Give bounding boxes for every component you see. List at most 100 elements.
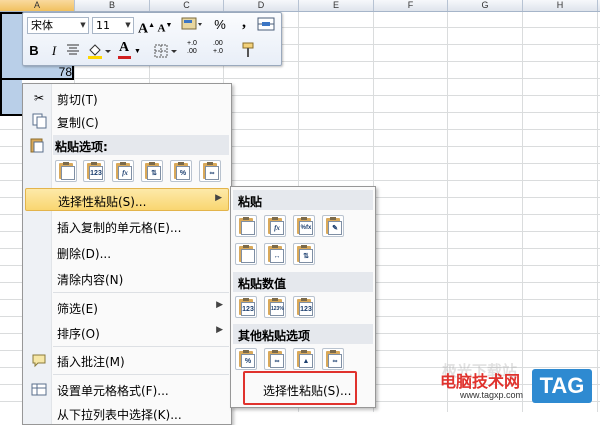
paste-glyph bbox=[241, 249, 255, 263]
submenu-other-picture[interactable]: ▲ bbox=[293, 348, 315, 370]
menu-item-format-cells[interactable]: 设置单元格格式(F)... bbox=[25, 378, 229, 400]
column-header-g[interactable]: G bbox=[448, 0, 523, 11]
submenu-paste-no-borders[interactable] bbox=[235, 243, 257, 265]
paste-option-formatting[interactable]: % bbox=[170, 160, 192, 182]
fill-color-button[interactable] bbox=[86, 42, 112, 60]
format-painter-icon bbox=[242, 42, 254, 57]
menu-item-cut[interactable]: ✂ 剪切(T) bbox=[25, 87, 229, 109]
scissors-icon: ✂ bbox=[33, 91, 45, 105]
menu-item-label: 剪切(T) bbox=[57, 93, 98, 107]
decrease-decimal-button[interactable]: .00 +.0 bbox=[213, 40, 235, 58]
column-header-f[interactable]: F bbox=[374, 0, 448, 11]
shrink-font-button[interactable]: A▼ bbox=[157, 16, 173, 35]
submenu-paste-all[interactable] bbox=[235, 215, 257, 237]
menu-item-label: 选择性粘贴(S)... bbox=[58, 195, 147, 209]
paste-glyph: % bbox=[241, 354, 255, 368]
menu-item-sort[interactable]: 排序(O) ▶ bbox=[25, 321, 229, 343]
paste-glyph bbox=[241, 221, 255, 235]
align-center-icon bbox=[67, 44, 79, 55]
submenu-values[interactable]: 123 bbox=[235, 296, 257, 318]
shrink-font-icon: A bbox=[157, 22, 166, 35]
submenu-paste-values-title: 粘贴数值 bbox=[238, 277, 287, 291]
grow-font-button[interactable]: A▲ bbox=[138, 16, 155, 37]
submenu-values-number-format[interactable]: 123% bbox=[264, 296, 286, 318]
font-size-value: 11 bbox=[96, 19, 110, 32]
column-header-h[interactable]: H bbox=[523, 0, 598, 11]
submenu-paste-keep-column-widths[interactable]: ↔ bbox=[264, 243, 286, 265]
submenu-paste-formulas-number-format[interactable]: %fx bbox=[293, 215, 315, 237]
column-header-c[interactable]: C bbox=[150, 0, 224, 11]
submenu-other-formatting[interactable]: % bbox=[235, 348, 257, 370]
borders-icon bbox=[154, 44, 177, 58]
paste-option-formulas[interactable]: fx bbox=[112, 160, 134, 182]
menu-separator bbox=[53, 374, 229, 375]
menu-item-insert-comment[interactable]: 插入批注(M) bbox=[25, 349, 229, 371]
paste-glyph: % bbox=[176, 166, 190, 180]
paste-glyph bbox=[61, 166, 75, 180]
submenu-values-source-format[interactable]: 123 bbox=[293, 296, 315, 318]
paste-option-values[interactable]: 123 bbox=[83, 160, 105, 182]
menu-item-label: 排序(O) bbox=[57, 327, 100, 341]
font-name-select[interactable]: 宋体 ▼ bbox=[27, 17, 89, 34]
paste-glyph: ∞ bbox=[328, 354, 342, 368]
column-header-a[interactable]: A bbox=[0, 0, 75, 11]
menu-separator bbox=[53, 346, 229, 347]
paste-glyph: ⇅ bbox=[299, 249, 313, 263]
comma-button[interactable]: , bbox=[238, 14, 250, 32]
paste-glyph: fx bbox=[118, 166, 132, 180]
paste-glyph: %fx bbox=[299, 221, 313, 235]
submenu-paste-header: 粘贴 bbox=[233, 190, 373, 210]
center-align-button[interactable] bbox=[65, 42, 81, 60]
paste-glyph: ✎ bbox=[328, 221, 342, 235]
paste-glyph: 123 bbox=[89, 166, 103, 180]
percent-button[interactable]: % bbox=[213, 16, 227, 34]
paste-option-transpose[interactable]: ⇅ bbox=[141, 160, 163, 182]
paste-options-title: 粘贴选项: bbox=[55, 140, 108, 154]
paste-glyph: ∞ bbox=[270, 354, 284, 368]
clipboard-icon bbox=[29, 137, 45, 153]
menu-item-clear-contents[interactable]: 清除内容(N) bbox=[25, 267, 229, 289]
chevron-right-icon: ▶ bbox=[216, 325, 223, 335]
submenu-other-header: 其他粘贴选项 bbox=[233, 324, 373, 344]
menu-item-insert-copied-cells[interactable]: 插入复制的单元格(E)... bbox=[25, 215, 229, 237]
menu-item-label: 筛选(E) bbox=[57, 302, 98, 316]
highlight-annotation-box bbox=[243, 371, 357, 405]
grow-font-icon: A bbox=[138, 21, 149, 37]
borders-button[interactable] bbox=[153, 42, 179, 60]
watermark-url: www.tagxp.com bbox=[460, 390, 524, 400]
column-divider bbox=[447, 0, 448, 412]
menu-item-label: 复制(C) bbox=[57, 116, 99, 130]
submenu-other-paste-link[interactable]: ∞ bbox=[264, 348, 286, 370]
increase-decimal-button[interactable]: +.0 .00 bbox=[187, 40, 209, 58]
copy-icon bbox=[31, 113, 47, 129]
bold-button[interactable]: B bbox=[27, 42, 41, 60]
column-header-b[interactable]: B bbox=[75, 0, 150, 11]
menu-item-copy[interactable]: 复制(C) bbox=[25, 110, 229, 132]
menu-item-delete[interactable]: 删除(D)... bbox=[25, 241, 229, 263]
paste-glyph: ⇅ bbox=[147, 166, 161, 180]
font-color-button[interactable]: A ▼ bbox=[117, 40, 143, 60]
column-header-e[interactable]: E bbox=[299, 0, 374, 11]
number-format-button[interactable] bbox=[178, 16, 204, 34]
submenu-other-linked-picture[interactable]: ∞ bbox=[322, 348, 344, 370]
column-header-bar: A B C D E F G H bbox=[0, 0, 600, 12]
menu-item-filter[interactable]: 筛选(E) ▶ bbox=[25, 296, 229, 318]
submenu-paste-transpose[interactable]: ⇅ bbox=[293, 243, 315, 265]
cell-a4[interactable]: 78 bbox=[30, 65, 72, 79]
column-header-d[interactable]: D bbox=[224, 0, 299, 11]
submenu-paste-formulas[interactable]: fx bbox=[264, 215, 286, 237]
menu-item-pick-from-list[interactable]: 从下拉列表中选择(K)... bbox=[25, 402, 229, 424]
menu-item-paste-special[interactable]: 选择性粘贴(S)... ▶ bbox=[25, 188, 229, 211]
submenu-paste-keep-source-format[interactable]: ✎ bbox=[322, 215, 344, 237]
column-divider bbox=[597, 0, 598, 412]
format-painter-button[interactable] bbox=[239, 42, 257, 60]
paste-option-paste[interactable] bbox=[55, 160, 77, 182]
font-size-select[interactable]: 11 ▼ bbox=[92, 17, 134, 34]
merge-center-button[interactable] bbox=[257, 16, 275, 34]
selected-range-lower[interactable] bbox=[0, 80, 22, 116]
comment-icon bbox=[31, 352, 47, 368]
italic-button[interactable]: I bbox=[47, 42, 61, 60]
paste-glyph: 123% bbox=[270, 302, 284, 316]
mini-toolbar: 宋体 ▼ 11 ▼ A▲ A▼ % , B I A ▼ +.0 .00 .00 … bbox=[22, 12, 282, 66]
paste-option-link[interactable]: ∞ bbox=[199, 160, 221, 182]
